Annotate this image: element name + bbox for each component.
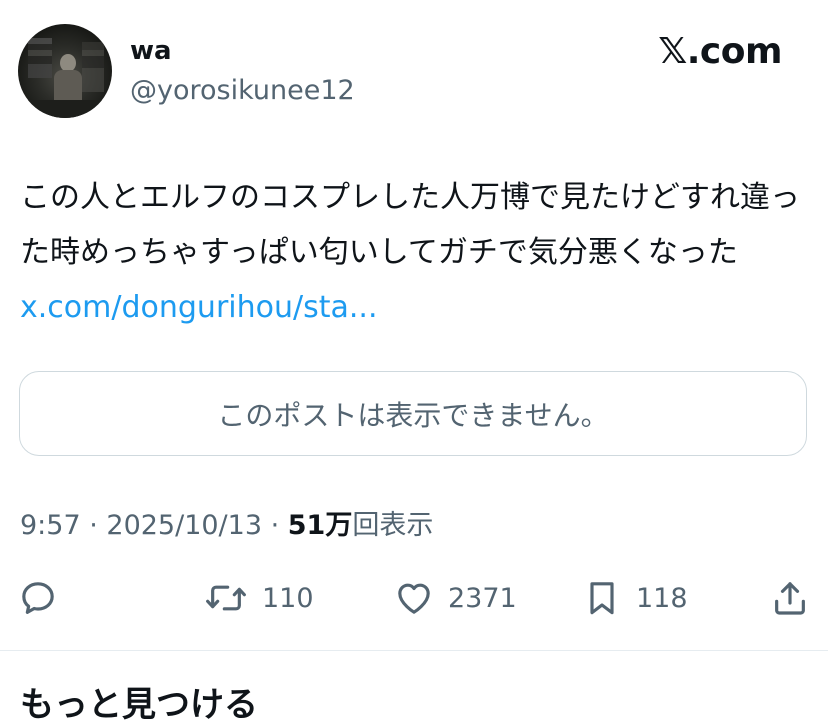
tweet-text: この人とエルフのコスプレした人万博で見たけどすれ違った時めっちゃすっぱい匂いして… (20, 170, 810, 335)
views-label: 回表示 (352, 510, 434, 541)
tweet-link[interactable]: x.com/dongurihou/sta... (20, 290, 377, 325)
share-icon (770, 578, 810, 618)
avatar-detail (18, 100, 112, 118)
views-count: 51万 (287, 510, 353, 541)
reply-button[interactable] (18, 568, 58, 628)
section-divider (0, 650, 828, 651)
author-handle[interactable]: @yorosikunee12 (130, 74, 355, 108)
bookmark-button[interactable]: 118 (582, 568, 688, 628)
share-button[interactable] (770, 568, 810, 628)
like-button[interactable]: 2371 (394, 568, 517, 628)
tweet-date: 2025/10/13 (106, 510, 263, 541)
heart-icon (394, 578, 434, 618)
tweet-body: この人とエルフのコスプレした人万博で見たけどすれ違った時めっちゃすっぱい匂いして… (20, 180, 800, 270)
meta-separator: · (80, 510, 107, 541)
avatar-detail (54, 70, 82, 104)
quoted-post-unavailable: このポストは表示できません。 (19, 371, 807, 456)
action-bar: 110 2371 118 (0, 568, 828, 628)
retweet-count: 110 (262, 582, 314, 614)
x-logo: 𝕏.com (658, 31, 782, 72)
retweet-button[interactable]: 110 (204, 568, 314, 628)
author-avatar[interactable] (18, 24, 112, 118)
discover-more-heading: もっと見つける (20, 685, 258, 725)
author-display-name[interactable]: wa (130, 34, 172, 68)
bookmark-icon (582, 578, 622, 618)
tweet-meta: 9:57 · 2025/10/13 · 51万回表示 (20, 507, 433, 545)
reply-icon (18, 578, 58, 618)
tweet-time: 9:57 (20, 510, 81, 541)
avatar-detail (28, 38, 52, 78)
avatar-detail (82, 42, 104, 92)
like-count: 2371 (448, 582, 517, 614)
retweet-icon (204, 578, 248, 618)
bookmark-count: 118 (636, 582, 688, 614)
meta-separator: · (262, 510, 288, 541)
